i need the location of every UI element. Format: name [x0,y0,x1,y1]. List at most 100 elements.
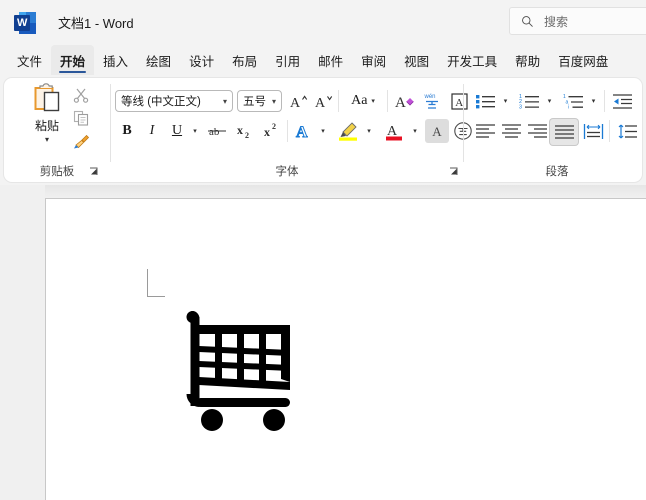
page-top-shadow [45,185,646,198]
multilevel-list-dropdown[interactable]: ▾ [586,89,601,113]
chevron-down-icon: ▾ [503,98,508,105]
phonetic-guide-icon: wén [424,94,438,109]
strikethrough-icon: ab [208,126,226,138]
font-size-combobox[interactable]: 五号 ▾ [237,90,282,112]
tab-label: 设计 [189,54,215,69]
document-page[interactable] [45,198,646,500]
font-color-dropdown[interactable]: ▾ [407,119,423,143]
strikethrough-button[interactable]: ab [205,119,229,143]
shopping-cart-image[interactable] [184,306,304,436]
shrink-font-button[interactable]: A [312,89,336,113]
tab-references[interactable]: 引用 [266,45,309,75]
tab-layout[interactable]: 布局 [223,45,266,75]
superscript-button[interactable]: x 2 [260,119,284,143]
italic-label: I [149,123,155,138]
decrease-indent-button[interactable] [609,89,635,113]
bold-button[interactable]: B [115,119,139,143]
tab-insert[interactable]: 插入 [94,45,137,75]
subscript-icon: x 2 [237,123,249,140]
clipboard-dialog-launcher[interactable] [88,165,100,177]
align-center-button[interactable] [498,119,524,143]
copy-icon [73,110,89,126]
copy-button[interactable] [70,107,92,129]
chevron-down-icon: ▾ [321,128,325,135]
tab-baidu-netdisk[interactable]: 百度网盘 [549,45,617,75]
chevron-down-icon: ▾ [222,96,227,106]
tab-design[interactable]: 设计 [180,45,223,75]
clear-formatting-button[interactable]: A [392,89,418,113]
chevron-down-icon: ▾ [367,128,371,135]
multilevel-list-button[interactable]: 1 a i [560,89,586,113]
tab-developer[interactable]: 开发工具 [438,45,506,75]
tab-label: 邮件 [318,54,344,69]
underline-button[interactable]: U [165,119,189,143]
grow-font-icon: A [290,94,308,110]
chevron-down-icon[interactable]: ▾ [45,136,49,144]
text-highlight-button[interactable] [335,119,361,143]
document-title: 文档1 - Word [58,16,134,31]
tab-help[interactable]: 帮助 [506,45,549,75]
title-bar: W 文档1 - Word 搜索 [0,0,646,45]
change-case-button[interactable]: Aa ▾ [343,89,383,113]
svg-text:A: A [296,124,308,140]
underline-dropdown[interactable]: ▾ [187,119,203,143]
text-margin-marker [147,269,165,297]
justify-button[interactable] [550,119,578,145]
tab-label: 绘图 [146,54,172,69]
numbering-dropdown[interactable]: ▾ [542,89,557,113]
tab-file[interactable]: 文件 [8,45,51,75]
format-painter-button[interactable] [70,130,92,152]
tab-label: 文件 [17,54,43,69]
font-name-value: 等线 (中文正文) [121,96,201,108]
svg-text:wén: wén [424,94,436,100]
align-right-button[interactable] [524,119,550,143]
cut-button[interactable] [70,84,92,106]
text-effects-button[interactable]: A [292,119,316,143]
font-name-combobox[interactable]: 等线 (中文正文) ▾ [115,90,233,112]
tab-label: 插入 [103,54,129,69]
text-highlight-dropdown[interactable]: ▾ [361,119,377,143]
italic-button[interactable]: I [140,119,164,143]
phonetic-guide-button[interactable]: wén [419,89,445,113]
text-effects-dropdown[interactable]: ▾ [315,119,331,143]
document-canvas[interactable] [0,185,646,500]
tab-mailings[interactable]: 邮件 [309,45,352,75]
line-spacing-button[interactable] [614,119,640,143]
svg-text:ab: ab [209,126,220,138]
font-color-button[interactable]: A [381,119,407,143]
character-shading-label: A [432,123,442,139]
distribute-text-button[interactable] [580,119,606,143]
character-shading-button[interactable]: A [425,119,449,143]
text-effects-icon: A [296,124,309,141]
subscript-button[interactable]: x 2 [233,119,257,143]
increase-indent-button[interactable] [638,89,642,113]
tab-review[interactable]: 审阅 [352,45,395,75]
paste-button[interactable]: 粘贴 ▾ [24,83,70,153]
grow-font-button[interactable]: A [287,89,311,113]
decrease-indent-icon [612,93,632,109]
font-dialog-launcher[interactable] [448,165,460,177]
align-left-button[interactable] [472,119,498,143]
tab-label: 开发工具 [447,54,498,69]
format-painter-icon [73,134,89,148]
multilevel-list-icon: 1 a i [563,94,583,110]
svg-text:3: 3 [519,104,522,110]
tab-label: 帮助 [515,54,541,69]
bullets-dropdown[interactable]: ▾ [498,89,513,113]
word-logo-letter: W [14,14,30,31]
font-color-icon: A [386,124,402,141]
tab-home[interactable]: 开始 [51,45,95,75]
line-spacing-dropdown[interactable]: ▾ [640,119,642,143]
svg-text:i: i [567,104,568,109]
numbering-button[interactable]: 1 2 3 [516,89,542,113]
text-highlight-icon [339,122,357,141]
tab-label: 百度网盘 [558,54,609,69]
chevron-down-icon: ▾ [371,98,375,105]
tab-draw[interactable]: 绘图 [137,45,180,75]
search-input[interactable]: 搜索 [509,7,646,35]
svg-text:A: A [315,96,326,110]
tab-label: 布局 [232,54,258,69]
bullets-button[interactable] [472,89,498,113]
tab-view[interactable]: 视图 [395,45,438,75]
dialog-launcher-icon [450,167,458,175]
